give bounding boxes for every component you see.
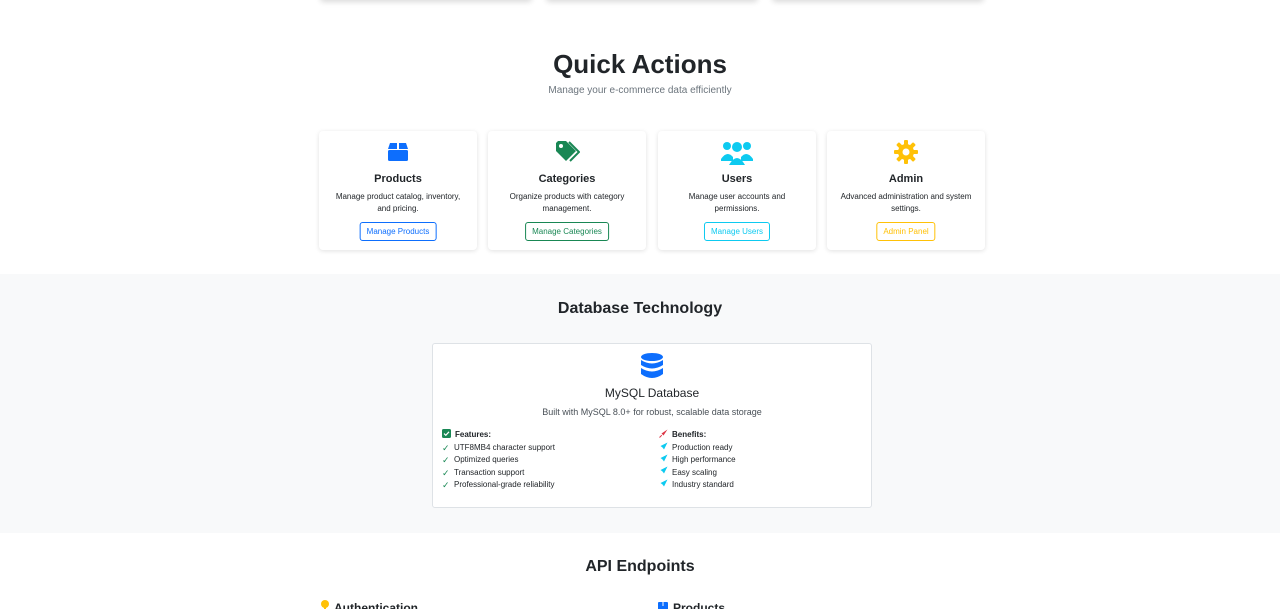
list-item: Easy scaling — [659, 466, 869, 479]
products-card: Products Manage product catalog, invento… — [319, 131, 477, 250]
gear-icon — [827, 139, 985, 165]
stats-cards-row — [0, 0, 1280, 12]
list-item: ✓ Transaction support — [442, 467, 525, 478]
box-icon — [319, 139, 477, 165]
manage-users-button[interactable]: Manage Users — [703, 222, 771, 241]
categories-card-description: Organize products with category manageme… — [509, 192, 625, 213]
rocket-icon — [659, 442, 668, 455]
features-column: Features: ✓ UTF8MB4 character support ✓ Op… — [442, 428, 652, 492]
list-item: ✓ UTF8MB4 character support — [442, 443, 555, 453]
rocket-icon — [659, 466, 668, 479]
api-group-products: Products — [657, 600, 725, 609]
features-list: ✓ UTF8MB4 character support ✓ Optimized qu… — [442, 442, 652, 492]
users-icon — [658, 139, 816, 165]
manage-products-button[interactable]: Manage Products — [359, 222, 437, 241]
check-icon: ✓ — [442, 455, 450, 466]
users-card-description: Manage user accounts and permissions. — [688, 192, 786, 213]
quick-actions-subtitle: Manage your e-commerce data efficiently — [548, 85, 732, 96]
database-card-title: MySQL Database — [604, 386, 700, 400]
categories-card-title: Categories — [538, 173, 596, 185]
rocket-icon — [659, 479, 668, 492]
api-group-authentication: Authentication — [320, 600, 418, 609]
products-card-title: Products — [374, 173, 422, 185]
admin-card-title: Admin — [888, 173, 924, 185]
benefits-list: Production ready High performance Easy s… — [659, 442, 869, 492]
database-card-description: Built with MySQL 8.0+ for robust, scalab… — [542, 407, 762, 417]
list-item: Production ready — [659, 442, 869, 454]
check-icon: ✓ — [442, 480, 450, 491]
rocket-icon — [659, 454, 668, 467]
database-section-title: Database Technology — [557, 300, 723, 317]
database-icon — [433, 352, 871, 380]
list-item: High performance — [659, 454, 869, 466]
list-item: Industry standard — [659, 479, 869, 491]
users-card: Users Manage user accounts and permissio… — [658, 131, 816, 250]
admin-card: Admin Advanced administration and system… — [827, 131, 985, 250]
key-icon — [320, 600, 330, 609]
database-technology-section: Database Technology MySQL Database Built… — [0, 274, 1280, 533]
categories-card: Categories Organize products with catego… — [488, 131, 646, 250]
admin-panel-button[interactable]: Admin Panel — [876, 222, 936, 241]
list-item: ✓ Optimized queries — [442, 455, 519, 466]
box-icon — [657, 600, 669, 609]
users-card-title: Users — [721, 173, 753, 185]
rocket-icon — [659, 429, 668, 440]
checkbox-checked-icon — [442, 428, 451, 440]
api-endpoints-title: API Endpoints — [585, 558, 695, 575]
manage-categories-button[interactable]: Manage Categories — [525, 222, 609, 241]
tags-icon — [488, 139, 646, 165]
list-item: ✓ Professional-grade reliability — [442, 480, 555, 491]
admin-card-description: Advanced administration and system setti… — [840, 192, 972, 213]
check-icon: ✓ — [442, 467, 450, 478]
check-icon: ✓ — [442, 443, 450, 453]
products-card-description: Manage product catalog, inventory, and p… — [335, 192, 461, 213]
quick-actions-title: Quick Actions — [553, 49, 727, 79]
benefits-heading: Benefits: — [659, 428, 869, 440]
mysql-database-card: MySQL Database Built with MySQL 8.0+ for… — [432, 343, 872, 508]
features-heading: Features: — [442, 428, 652, 440]
benefits-column: Benefits: Production ready High performa… — [659, 428, 869, 492]
